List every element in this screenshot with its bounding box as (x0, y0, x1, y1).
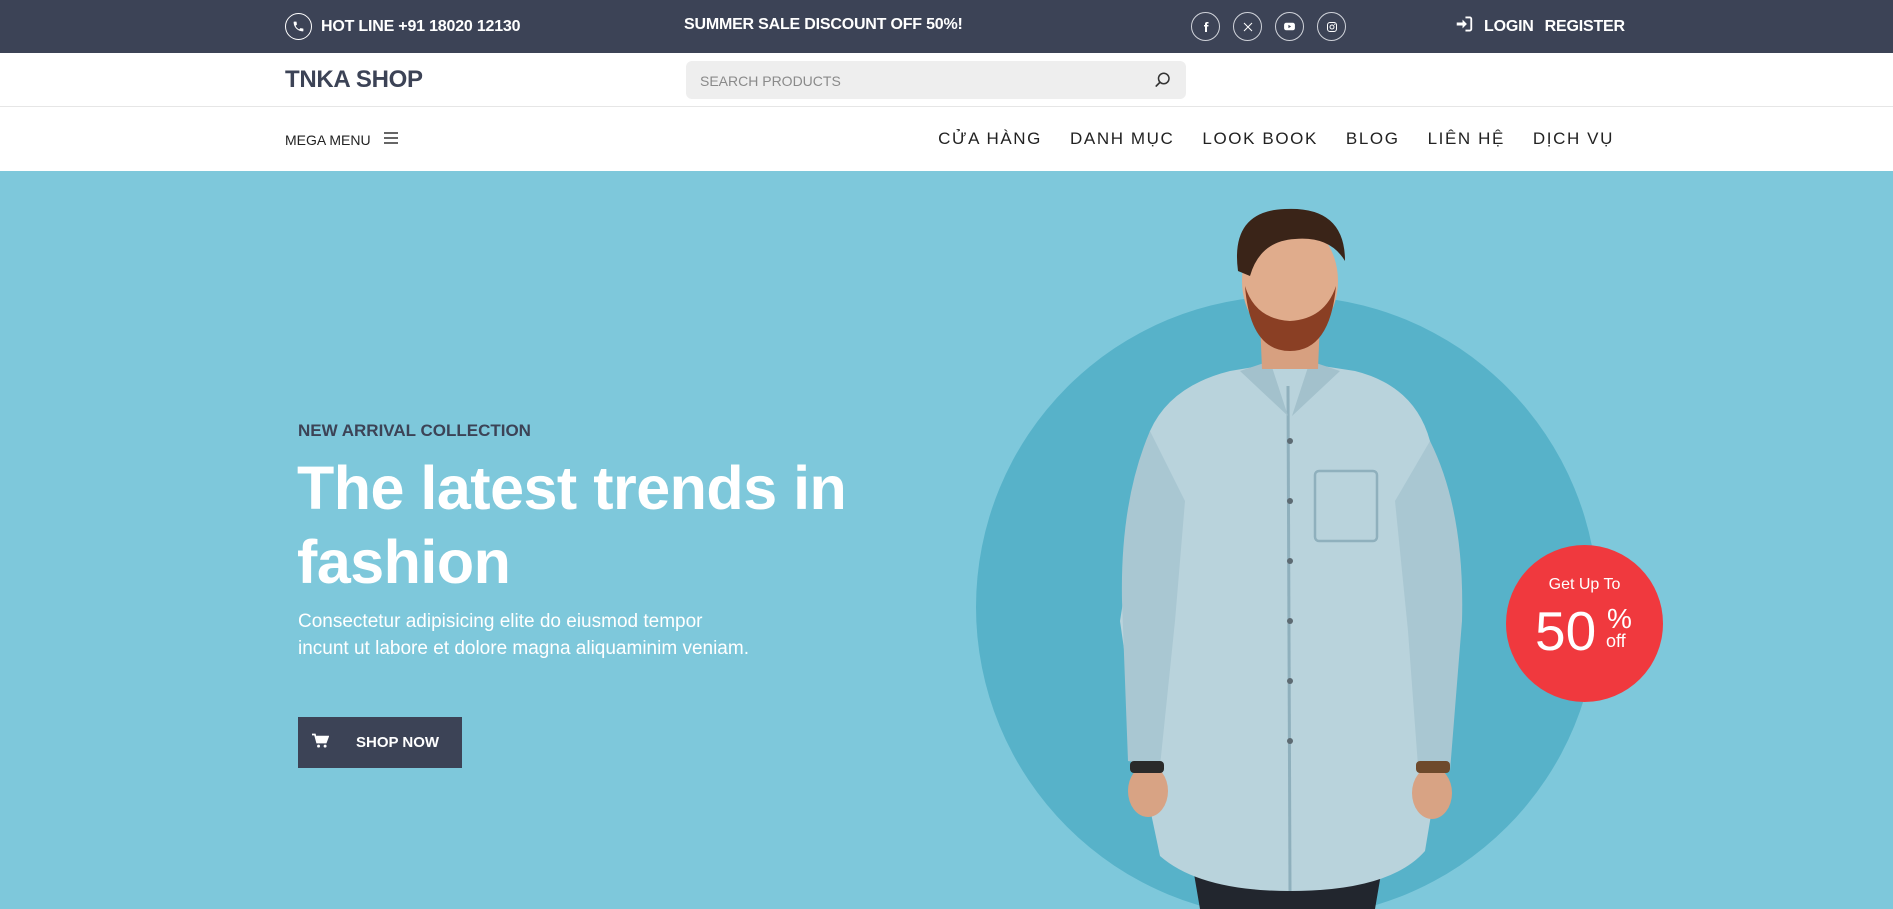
cart-icon (311, 733, 330, 753)
nav-item-dich-vu[interactable]: DỊCH VỤ (1533, 129, 1614, 149)
hero-description: Consectetur adipisicing elite do eiusmod… (298, 611, 749, 659)
shop-now-label: SHOP NOW (356, 734, 440, 751)
hero-title: The latest trends in fashion (297, 454, 847, 596)
hotline-text: HOT LINE +91 18020 12130 (321, 17, 521, 35)
nav-item-look-book[interactable]: LOOK BOOK (1202, 129, 1318, 149)
search-icon[interactable] (1154, 71, 1172, 89)
auth-links: LOGIN REGISTER (1455, 16, 1625, 37)
hotline[interactable]: HOT LINE +91 18020 12130 (285, 12, 521, 41)
mega-menu-label: MEGA MENU (285, 131, 371, 148)
youtube-icon[interactable] (1275, 12, 1304, 41)
site-logo[interactable]: TNKA SHOP (285, 66, 423, 94)
menu-items: CỬA HÀNG DANH MỤC LOOK BOOK BLOG LIÊN HỆ… (938, 129, 1614, 149)
hamburger-icon (383, 131, 398, 148)
nav-item-blog[interactable]: BLOG (1346, 129, 1400, 149)
badge-line1: Get Up To (1548, 576, 1621, 593)
promo-text: SUMMER SALE DISCOUNT OFF 50%! (684, 16, 963, 33)
facebook-icon[interactable] (1191, 12, 1220, 41)
main-nav: MEGA MENU CỬA HÀNG DANH MỤC LOOK BOOK BL… (0, 107, 1893, 171)
search-input[interactable] (698, 61, 1132, 101)
phone-icon (285, 13, 312, 40)
hero-subtitle: NEW ARRIVAL COLLECTION (298, 421, 531, 440)
badge-off: off (1606, 631, 1626, 651)
shop-now-button[interactable]: SHOP NOW (298, 717, 462, 768)
x-icon[interactable] (1233, 12, 1262, 41)
social-links (1191, 12, 1346, 41)
discount-badge: Get Up To 50 % off (1506, 545, 1663, 702)
hero-banner: NEW ARRIVAL COLLECTION The latest trends… (0, 171, 1893, 909)
instagram-icon[interactable] (1317, 12, 1346, 41)
nav-item-danh-muc[interactable]: DANH MỤC (1070, 129, 1174, 149)
badge-number: 50 (1535, 600, 1597, 662)
mega-menu-button[interactable]: MEGA MENU (285, 131, 398, 148)
model-image (1120, 208, 1463, 909)
nav-item-lien-he[interactable]: LIÊN HỆ (1428, 129, 1505, 149)
top-bar: HOT LINE +91 18020 12130 SUMMER SALE DIS… (0, 0, 1893, 53)
search-box (686, 61, 1186, 101)
login-link[interactable]: LOGIN (1484, 18, 1534, 36)
login-icon (1455, 16, 1473, 37)
header: TNKA SHOP (0, 53, 1893, 107)
register-link[interactable]: REGISTER (1545, 18, 1625, 36)
nav-item-cua-hang[interactable]: CỬA HÀNG (938, 129, 1042, 149)
